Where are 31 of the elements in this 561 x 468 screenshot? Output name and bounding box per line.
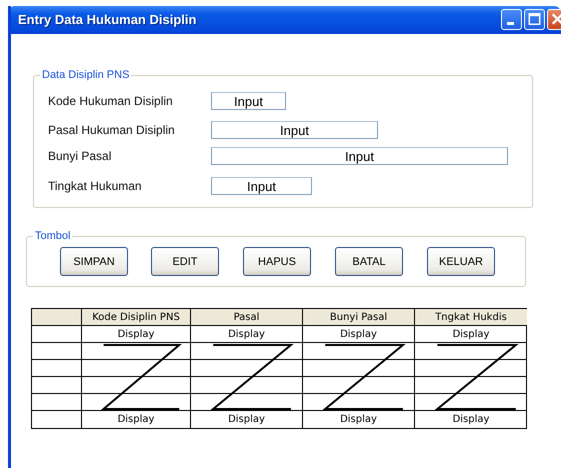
minimize-icon xyxy=(506,22,514,25)
group-legend: Tombol xyxy=(33,230,72,242)
input-field[interactable]: Input xyxy=(211,177,312,195)
action-button[interactable]: BATAL xyxy=(335,247,403,276)
action-button[interactable]: SIMPAN xyxy=(60,247,128,276)
field-label: Pasal Hukuman Disiplin xyxy=(48,123,176,137)
table-cell-text: Display xyxy=(452,413,490,427)
column-header: Bunyi Pasal xyxy=(303,309,415,326)
field-label: Kode Hukuman Disiplin xyxy=(48,94,174,108)
maximize-button[interactable] xyxy=(524,8,545,30)
table-cell: Display xyxy=(82,411,191,428)
table-cell: Display xyxy=(303,326,415,343)
field-label: Bunyi Pasal xyxy=(48,149,112,163)
input-field[interactable]: Input xyxy=(211,92,286,110)
table-cell: Display xyxy=(191,411,303,428)
field-label: Tingkat Hukuman xyxy=(48,179,143,193)
table-cell: Display xyxy=(82,326,191,343)
group-legend: Data Disiplin PNS xyxy=(40,69,132,81)
action-button[interactable]: HAPUS xyxy=(243,247,311,276)
minimize-button[interactable] xyxy=(501,8,522,30)
input-field[interactable]: Input xyxy=(211,121,378,139)
action-button[interactable]: EDIT xyxy=(151,247,219,276)
action-button[interactable]: KELUAR xyxy=(427,247,495,276)
column-header: Pasal xyxy=(191,309,303,326)
column-header: Tngkat Hukdis xyxy=(415,309,527,326)
window-title: Entry Data Hukuman Disiplin xyxy=(18,12,198,26)
column-header: Kode Disiplin PNS xyxy=(82,309,191,326)
input-field[interactable]: Input xyxy=(211,147,508,165)
table-cell: Display xyxy=(303,411,415,428)
table-cell: Display xyxy=(415,326,527,343)
table-cell: Display xyxy=(191,326,303,343)
